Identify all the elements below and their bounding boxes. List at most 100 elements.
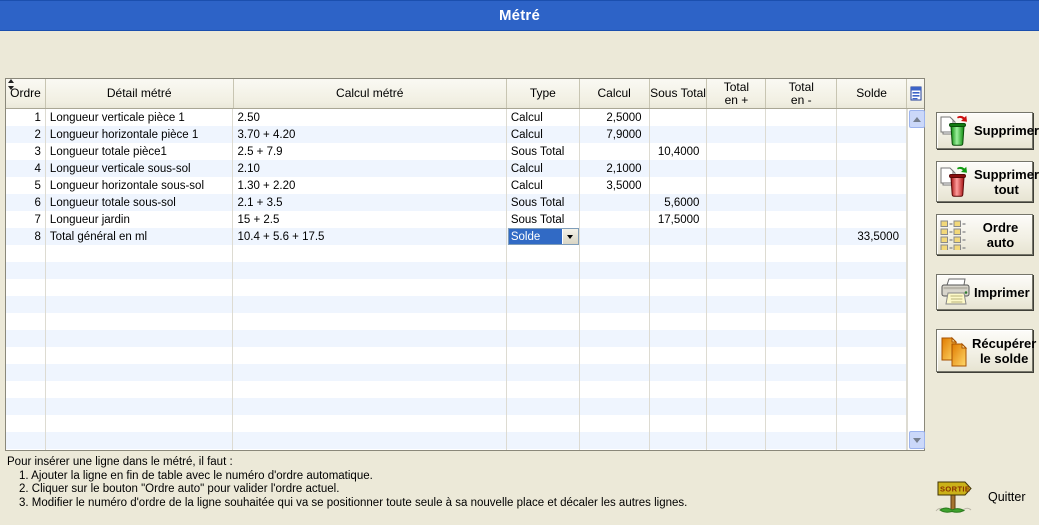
cell-detail[interactable]: Longueur horizontale pièce 1 bbox=[46, 126, 234, 143]
cell-sous_total[interactable] bbox=[650, 228, 708, 245]
type-dropdown[interactable]: Solde bbox=[508, 228, 579, 245]
cell-calcul_metre[interactable]: 10.4 + 5.6 + 17.5 bbox=[233, 228, 506, 245]
cell-solde[interactable] bbox=[837, 160, 907, 177]
cell-calcul_metre[interactable]: 15 + 2.5 bbox=[233, 211, 506, 228]
print-button[interactable]: Imprimer bbox=[936, 274, 1033, 310]
cell-calcul[interactable]: 7,9000 bbox=[580, 126, 650, 143]
scroll-up-button[interactable] bbox=[909, 110, 925, 128]
cell-sous_total[interactable]: 5,6000 bbox=[650, 194, 708, 211]
cell-total_plus[interactable] bbox=[707, 143, 766, 160]
cell-total_minus[interactable] bbox=[766, 160, 837, 177]
cell-total_minus[interactable] bbox=[766, 228, 837, 245]
delete-button[interactable]: Supprimer bbox=[936, 112, 1033, 149]
cell-detail[interactable]: Total général en ml bbox=[46, 228, 234, 245]
cell-calcul[interactable] bbox=[580, 143, 650, 160]
cell-detail[interactable]: Longueur verticale sous-sol bbox=[46, 160, 234, 177]
cell-total_minus[interactable] bbox=[766, 211, 837, 228]
cell-sous_total[interactable]: 17,5000 bbox=[650, 211, 708, 228]
scroll-down-button[interactable] bbox=[909, 431, 925, 449]
cell-detail[interactable]: Longueur verticale pièce 1 bbox=[46, 109, 234, 126]
auto-order-button[interactable]: Ordre auto bbox=[936, 214, 1033, 255]
column-header-calcul[interactable]: Calcul bbox=[580, 79, 650, 108]
cell-detail[interactable]: Longueur horizontale sous-sol bbox=[46, 177, 234, 194]
cell-total_minus[interactable] bbox=[766, 126, 837, 143]
cell-total_plus[interactable] bbox=[707, 177, 766, 194]
cell-type[interactable]: Calcul bbox=[507, 126, 580, 143]
column-header-detail[interactable]: Détail métré bbox=[46, 79, 234, 108]
cell-total_minus[interactable] bbox=[766, 194, 837, 211]
sort-order-icon[interactable] bbox=[7, 79, 15, 90]
cell-type[interactable]: Sous Total bbox=[507, 211, 580, 228]
cell-total_minus[interactable] bbox=[766, 109, 837, 126]
cell-type[interactable]: Calcul bbox=[507, 109, 580, 126]
cell-detail[interactable]: Longueur totale sous-sol bbox=[46, 194, 234, 211]
cell-calcul_metre[interactable]: 2.1 + 3.5 bbox=[233, 194, 506, 211]
cell-total_plus[interactable] bbox=[707, 228, 766, 245]
cell-calcul[interactable] bbox=[580, 228, 650, 245]
vertical-scrollbar[interactable] bbox=[907, 109, 924, 450]
cell-calcul_metre[interactable]: 2.50 bbox=[233, 109, 506, 126]
table-row[interactable]: 7Longueur jardin15 + 2.5Sous Total 17,500… bbox=[6, 211, 907, 228]
table-row[interactable]: 4Longueur verticale sous-sol2.10Calcul2,… bbox=[6, 160, 907, 177]
cell-total_minus[interactable] bbox=[766, 143, 837, 160]
cell-solde[interactable] bbox=[837, 143, 907, 160]
cell-calcul_metre[interactable]: 3.70 + 4.20 bbox=[233, 126, 506, 143]
cell-solde[interactable] bbox=[837, 126, 907, 143]
cell-calcul_metre[interactable]: 1.30 + 2.20 bbox=[233, 177, 506, 194]
column-header-solde[interactable]: Solde bbox=[837, 79, 907, 108]
cell-sous_total[interactable] bbox=[650, 109, 708, 126]
cell-sous_total[interactable]: 10,4000 bbox=[650, 143, 708, 160]
column-header-ordre[interactable]: Ordre bbox=[6, 79, 46, 108]
table-row[interactable]: 1Longueur verticale pièce 12.50Calcul2,5… bbox=[6, 109, 907, 126]
cell-calcul[interactable] bbox=[580, 211, 650, 228]
cell-ordre[interactable]: 2 bbox=[6, 126, 46, 143]
cell-solde[interactable] bbox=[837, 194, 907, 211]
recover-balance-button[interactable]: Récupérer le solde bbox=[936, 329, 1033, 372]
cell-type[interactable]: Solde bbox=[507, 228, 580, 245]
cell-solde[interactable]: 33,5000 bbox=[837, 228, 907, 245]
cell-total_minus[interactable] bbox=[766, 177, 837, 194]
cell-total_plus[interactable] bbox=[707, 194, 766, 211]
table-row[interactable]: 3Longueur totale pièce12.5 + 7.9Sous Tot… bbox=[6, 143, 907, 160]
type-dropdown-button[interactable] bbox=[562, 229, 578, 244]
cell-total_plus[interactable] bbox=[707, 160, 766, 177]
cell-detail[interactable]: Longueur jardin bbox=[46, 211, 234, 228]
table-row[interactable]: 8Total général en ml10.4 + 5.6 + 17.5Sol… bbox=[6, 228, 907, 245]
cell-total_plus[interactable] bbox=[707, 126, 766, 143]
cell-total_plus[interactable] bbox=[707, 211, 766, 228]
table-row[interactable]: 2Longueur horizontale pièce 13.70 + 4.20… bbox=[6, 126, 907, 143]
cell-ordre[interactable]: 6 bbox=[6, 194, 46, 211]
table-row[interactable]: 6Longueur totale sous-sol2.1 + 3.5Sous T… bbox=[6, 194, 907, 211]
cell-type[interactable]: Calcul bbox=[507, 160, 580, 177]
quit-button[interactable]: SORTIE Quitter bbox=[934, 474, 1034, 519]
cell-type[interactable]: Calcul bbox=[507, 177, 580, 194]
column-header-total_plus[interactable]: Total en + bbox=[707, 79, 766, 108]
cell-solde[interactable] bbox=[837, 211, 907, 228]
cell-ordre[interactable]: 7 bbox=[6, 211, 46, 228]
cell-total_plus[interactable] bbox=[707, 109, 766, 126]
column-header-type[interactable]: Type bbox=[507, 79, 580, 108]
cell-solde[interactable] bbox=[837, 177, 907, 194]
cell-ordre[interactable]: 3 bbox=[6, 143, 46, 160]
cell-detail[interactable]: Longueur totale pièce1 bbox=[46, 143, 234, 160]
column-header-total_minus[interactable]: Total en - bbox=[766, 79, 837, 108]
column-header-calcul_metre[interactable]: Calcul métré bbox=[234, 79, 507, 108]
cell-calcul_metre[interactable]: 2.10 bbox=[233, 160, 506, 177]
cell-solde[interactable] bbox=[837, 109, 907, 126]
cell-calcul[interactable] bbox=[580, 194, 650, 211]
cell-type[interactable]: Sous Total bbox=[507, 143, 580, 160]
cell-ordre[interactable]: 4 bbox=[6, 160, 46, 177]
cell-ordre[interactable]: 1 bbox=[6, 109, 46, 126]
cell-calcul[interactable]: 3,5000 bbox=[580, 177, 650, 194]
cell-sous_total[interactable] bbox=[650, 160, 708, 177]
delete-all-button[interactable]: Supprimer tout bbox=[936, 161, 1033, 202]
cell-sous_total[interactable] bbox=[650, 177, 708, 194]
cell-calcul[interactable]: 2,5000 bbox=[580, 109, 650, 126]
cell-calcul_metre[interactable]: 2.5 + 7.9 bbox=[233, 143, 506, 160]
cell-calcul[interactable]: 2,1000 bbox=[580, 160, 650, 177]
cell-type[interactable]: Sous Total bbox=[507, 194, 580, 211]
column-header-sous_total[interactable]: Sous Total bbox=[650, 79, 708, 108]
cell-ordre[interactable]: 8 bbox=[6, 228, 46, 245]
table-properties-button[interactable] bbox=[907, 79, 924, 108]
table-row[interactable]: 5Longueur horizontale sous-sol1.30 + 2.2… bbox=[6, 177, 907, 194]
